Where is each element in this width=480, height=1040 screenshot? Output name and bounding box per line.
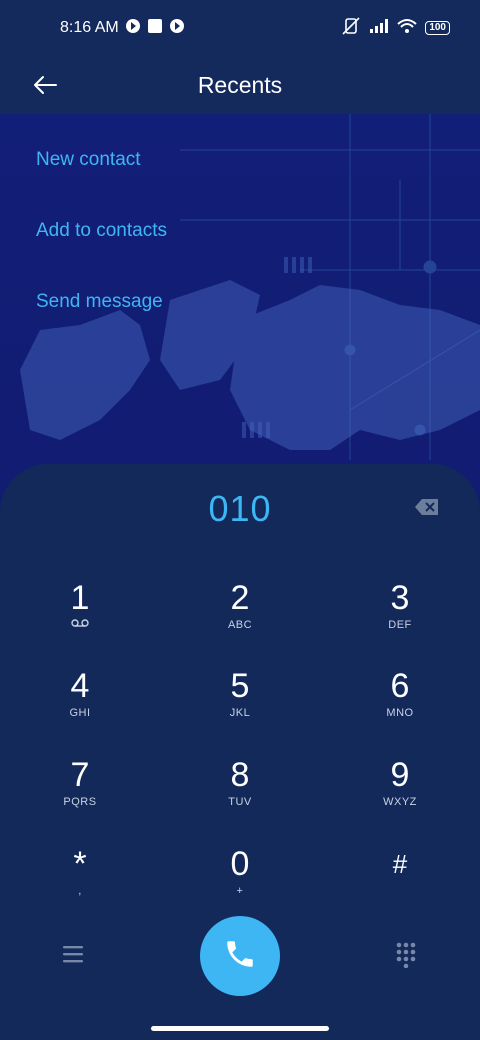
key-2[interactable]: 2 ABC	[180, 578, 300, 658]
key-7[interactable]: 7 PQRS	[20, 755, 140, 835]
dialed-number[interactable]: 010	[0, 488, 480, 530]
key-digit: 3	[390, 579, 410, 617]
key-digit: 7	[70, 756, 90, 794]
key-letters: ,	[78, 885, 82, 897]
key-6[interactable]: 6 MNO	[340, 666, 460, 746]
header: Recents	[0, 56, 480, 114]
key-letters: TUV	[228, 796, 252, 808]
key-star[interactable]: * ,	[20, 844, 140, 924]
key-digit: 0	[230, 845, 250, 883]
square-notification-icon	[147, 18, 163, 39]
key-0[interactable]: 0 +	[180, 844, 300, 924]
new-contact-link[interactable]: New contact	[36, 140, 167, 211]
voicemail-icon	[20, 618, 140, 632]
key-letters: ABC	[227, 619, 253, 631]
key-digit: 4	[70, 667, 90, 705]
key-3[interactable]: 3 DEF	[340, 578, 460, 658]
key-digit: 8	[230, 756, 250, 794]
key-hash[interactable]: #	[340, 844, 460, 924]
phone-icon	[223, 937, 257, 976]
key-8[interactable]: 8 TUV	[180, 755, 300, 835]
back-arrow-icon[interactable]	[28, 68, 62, 102]
key-letters: GHI	[69, 707, 91, 719]
key-letters: MNO	[386, 707, 414, 719]
app-notification-icon	[169, 18, 185, 39]
menu-icon[interactable]	[62, 944, 84, 964]
wifi-icon	[397, 18, 417, 39]
send-message-link[interactable]: Send message	[36, 282, 167, 353]
dial-panel: 010 1 2 ABC 3 DEF 4 GHI 5 JKL 6 MNO 7 PQ…	[0, 464, 480, 1040]
app-notification-icon	[125, 18, 141, 39]
status-bar: 8:16 AM 100	[0, 0, 480, 56]
key-9[interactable]: 9 WXYZ	[340, 755, 460, 835]
key-5[interactable]: 5 JKL	[180, 666, 300, 746]
key-letters: PQRS	[63, 796, 97, 808]
action-list: New contact Add to contacts Send message	[36, 140, 167, 353]
battery-icon: 100	[425, 21, 450, 35]
key-digit: 5	[230, 667, 250, 705]
dialpad-icon[interactable]	[396, 942, 416, 969]
key-digit: 1	[70, 579, 90, 617]
call-button[interactable]	[200, 916, 280, 996]
dial-actions	[0, 916, 480, 996]
backspace-icon[interactable]	[414, 497, 440, 517]
key-letters: WXYZ	[383, 796, 417, 808]
key-letters: +	[236, 885, 244, 897]
status-time: 8:16 AM	[60, 19, 119, 36]
key-digit: 2	[230, 579, 250, 617]
muted-vibrate-icon	[341, 16, 361, 40]
key-digit: #	[392, 849, 408, 879]
key-4[interactable]: 4 GHI	[20, 666, 140, 746]
signal-icon	[369, 18, 389, 39]
add-to-contacts-link[interactable]: Add to contacts	[36, 211, 167, 282]
key-1[interactable]: 1	[20, 578, 140, 658]
key-digit: *	[73, 845, 87, 883]
key-digit: 9	[390, 756, 410, 794]
key-letters: JKL	[229, 707, 251, 719]
key-letters: DEF	[388, 619, 412, 631]
page-title: Recents	[197, 71, 283, 98]
home-indicator[interactable]	[151, 1026, 329, 1031]
key-digit: 6	[390, 667, 410, 705]
